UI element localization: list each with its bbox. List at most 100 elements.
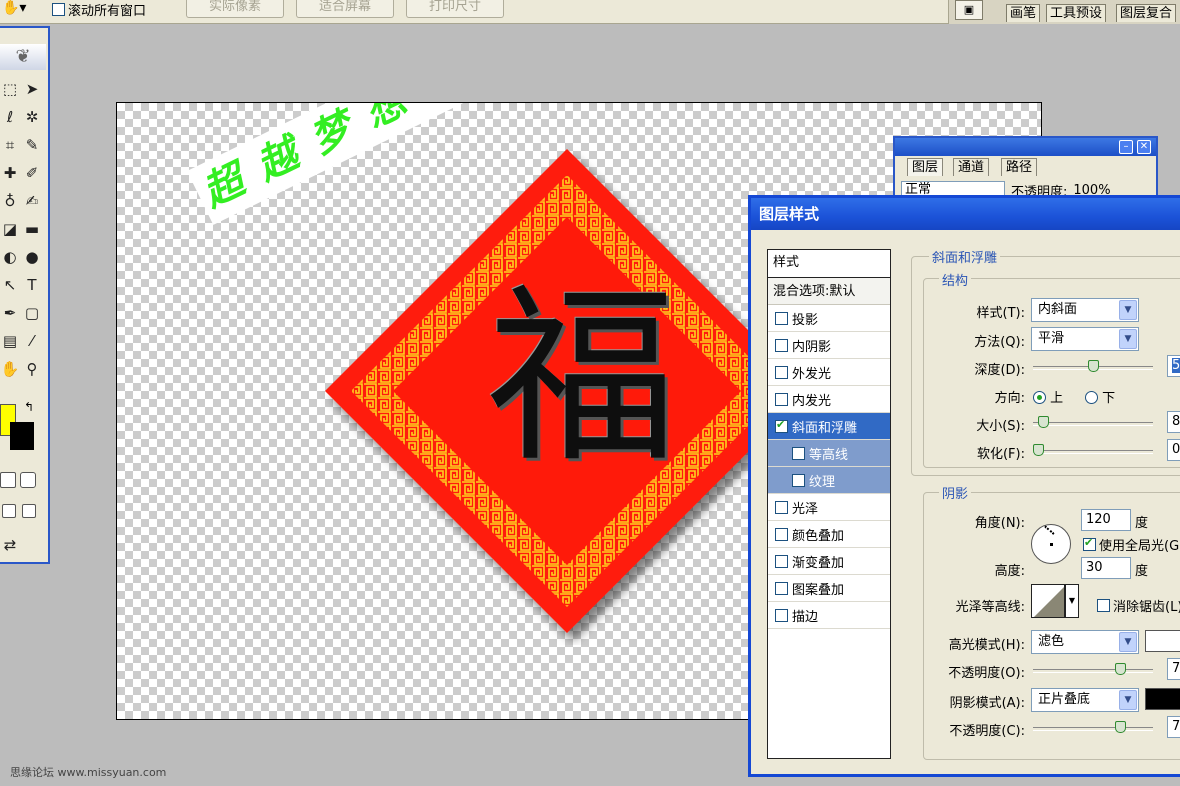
styles-header[interactable]: 样式	[768, 250, 890, 278]
actual-pixels-button[interactable]: 实际像素	[186, 0, 284, 18]
quick-mask-icon[interactable]	[20, 472, 36, 488]
magic-wand-icon[interactable]: ✲	[22, 106, 42, 128]
close-icon[interactable]: ✕	[1137, 140, 1151, 154]
chevron-down-icon[interactable]: ▼	[1119, 690, 1137, 710]
chevron-down-icon[interactable]: ▼	[1119, 329, 1137, 349]
type-tool-icon[interactable]: T	[22, 274, 42, 296]
global-light-checkbox[interactable]: 使用全局光(G)	[1083, 535, 1180, 554]
style-checkbox[interactable]	[775, 608, 788, 622]
radio-icon[interactable]	[1085, 391, 1098, 404]
palette-well-icon[interactable]: ▣	[955, 0, 983, 20]
style-item[interactable]: 渐变叠加	[768, 548, 890, 575]
chevron-down-icon[interactable]: ▼	[1119, 300, 1137, 320]
print-size-button[interactable]: 打印尺寸	[406, 0, 504, 18]
style-checkbox[interactable]	[775, 500, 788, 514]
shadow-opacity-slider[interactable]	[1033, 721, 1153, 733]
style-item[interactable]: 投影	[768, 305, 890, 332]
standard-mode-icon[interactable]	[0, 472, 16, 488]
shadow-opacity-input[interactable]: 75	[1167, 716, 1180, 738]
healing-brush-icon[interactable]: ✚	[0, 162, 20, 184]
tab-channels[interactable]: 通道	[953, 158, 990, 176]
blur-tool-icon[interactable]: ◐	[0, 246, 20, 268]
style-checkbox[interactable]	[775, 527, 788, 541]
altitude-input[interactable]: 30	[1081, 557, 1131, 579]
gradient-tool-icon[interactable]: ▬	[22, 218, 42, 240]
highlight-opacity-thumb[interactable]	[1115, 663, 1126, 675]
style-checkbox[interactable]	[775, 392, 788, 406]
soften-slider[interactable]	[1033, 444, 1153, 456]
style-checkbox[interactable]	[775, 581, 788, 595]
style-item[interactable]: 描边	[768, 602, 890, 629]
shadow-color-swatch[interactable]	[1145, 688, 1180, 710]
highlight-opacity-input[interactable]: 75	[1167, 658, 1180, 680]
style-checkbox[interactable]	[775, 365, 788, 379]
tab-brushes[interactable]: 画笔	[1006, 4, 1041, 22]
shape-tool-icon[interactable]: ▢	[22, 302, 42, 324]
eyedropper-tool-icon[interactable]: ⁄	[22, 330, 42, 352]
fit-screen-button[interactable]: 适合屏幕	[296, 0, 394, 18]
tab-layer-comps[interactable]: 图层复合	[1116, 4, 1177, 22]
eraser-tool-icon[interactable]: ◪	[0, 218, 20, 240]
tab-paths[interactable]: 路径	[1001, 158, 1038, 176]
style-item[interactable]: 颜色叠加	[768, 521, 890, 548]
depth-slider[interactable]	[1033, 360, 1153, 372]
technique-select[interactable]: 平滑 ▼	[1031, 327, 1139, 351]
style-item[interactable]: 图案叠加	[768, 575, 890, 602]
gloss-contour-picker[interactable]	[1031, 584, 1065, 618]
angle-dial[interactable]	[1031, 524, 1071, 564]
style-item[interactable]: 内发光	[768, 386, 890, 413]
pen-tool-icon[interactable]: ✒	[0, 302, 20, 324]
checkbox-box[interactable]	[1083, 536, 1096, 551]
move-tool-icon[interactable]: ➤	[22, 78, 42, 100]
style-checkbox[interactable]	[775, 311, 788, 325]
style-item[interactable]: 光泽	[768, 494, 890, 521]
style-checkbox[interactable]	[792, 446, 805, 460]
lasso-tool-icon[interactable]: ℓ	[0, 106, 20, 128]
soften-input[interactable]: 0	[1167, 439, 1180, 461]
highlight-mode-select[interactable]: 滤色 ▼	[1031, 630, 1139, 654]
brush-tool-icon[interactable]: ✐	[22, 162, 42, 184]
crop-tool-icon[interactable]: ⌗	[0, 134, 20, 156]
style-item[interactable]: 等高线	[768, 440, 890, 467]
style-item[interactable]: 斜面和浮雕	[768, 413, 890, 440]
hand-tool-icon[interactable]: ✋	[0, 358, 20, 380]
tab-tool-presets[interactable]: 工具预设	[1046, 4, 1107, 22]
bevel-style-select[interactable]: 内斜面 ▼	[1031, 298, 1139, 322]
checkbox-box[interactable]	[1097, 599, 1110, 612]
slice-tool-icon[interactable]: ✎	[22, 134, 42, 156]
background-color-swatch[interactable]	[10, 422, 34, 450]
size-slider-thumb[interactable]	[1038, 416, 1049, 428]
screen-mode-full-icon[interactable]	[22, 504, 36, 518]
stamp-tool-icon[interactable]: ♁	[0, 190, 20, 212]
angle-input[interactable]: 120	[1081, 509, 1131, 531]
chevron-down-icon[interactable]: ▼	[1119, 632, 1137, 652]
highlight-color-swatch[interactable]	[1145, 630, 1180, 652]
direction-up-radio[interactable]: 上	[1033, 387, 1063, 406]
anti-aliased-checkbox[interactable]: 消除锯齿(L)	[1097, 596, 1180, 615]
style-checkbox[interactable]	[775, 554, 788, 568]
checkbox-box[interactable]	[52, 2, 65, 16]
size-input[interactable]: 8	[1167, 411, 1180, 433]
history-brush-icon[interactable]: ✍	[22, 190, 42, 212]
highlight-opacity-slider[interactable]	[1033, 663, 1153, 675]
style-item[interactable]: 纹理	[768, 467, 890, 494]
path-select-icon[interactable]: ↖	[0, 274, 20, 296]
shadow-opacity-thumb[interactable]	[1115, 721, 1126, 733]
minimize-icon[interactable]: –	[1119, 140, 1133, 154]
shadow-mode-select[interactable]: 正片叠底 ▼	[1031, 688, 1139, 712]
size-slider[interactable]	[1033, 416, 1153, 428]
marquee-tool-icon[interactable]: ⬚	[0, 78, 20, 100]
style-item[interactable]: 内阴影	[768, 332, 890, 359]
contour-dropdown-icon[interactable]: ▼	[1065, 584, 1079, 618]
style-item[interactable]: 外发光	[768, 359, 890, 386]
dodge-tool-icon[interactable]: ●	[22, 246, 42, 268]
blending-options-item[interactable]: 混合选项:默认	[768, 278, 890, 305]
tab-layers[interactable]: 图层	[907, 158, 944, 176]
soften-slider-thumb[interactable]	[1033, 444, 1044, 456]
notes-tool-icon[interactable]: ▤	[0, 330, 20, 352]
style-checkbox[interactable]	[775, 418, 788, 433]
scroll-all-windows-checkbox[interactable]: 滚动所有窗口	[52, 0, 146, 19]
radio-icon[interactable]	[1033, 391, 1046, 404]
zoom-tool-icon[interactable]: ⚲	[22, 358, 42, 380]
direction-down-radio[interactable]: 下	[1085, 387, 1115, 406]
